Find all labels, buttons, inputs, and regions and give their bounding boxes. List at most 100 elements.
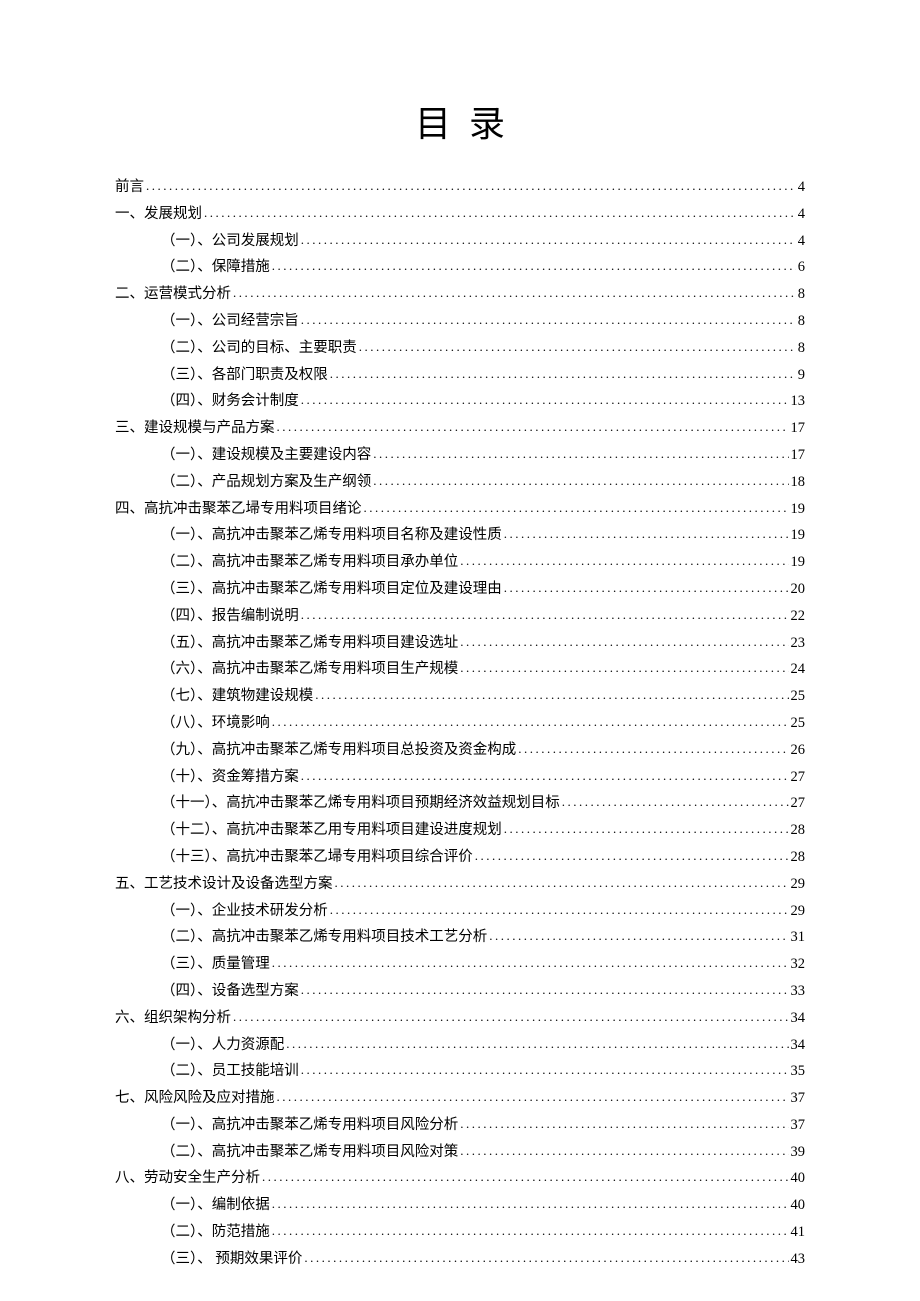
toc-entry-page: 35 xyxy=(791,1061,806,1081)
toc-entry-label: （八）、环境影响 xyxy=(161,713,270,733)
toc-entry: （一）、建设规模及主要建设内容 17 xyxy=(115,445,805,465)
toc-entry: 三、建设规模与产品方案 17 xyxy=(115,418,805,438)
toc-entry: （三）、 预期效果评价 43 xyxy=(115,1249,805,1269)
toc-entry-label: （九）、高抗冲击聚苯乙烯专用料项目总投资及资金构成 xyxy=(161,740,516,760)
toc-leader-dots xyxy=(460,659,788,677)
toc-leader-dots xyxy=(518,740,788,758)
toc-entry: （三）、质量管理32 xyxy=(115,954,805,974)
toc-leader-dots xyxy=(301,1061,789,1079)
toc-entry-page: 17 xyxy=(791,445,806,465)
toc-entry-page: 19 xyxy=(791,552,806,572)
toc-leader-dots xyxy=(304,1249,788,1267)
toc-entry-label: （六）、高抗冲击聚苯乙烯专用料项目生产规模 xyxy=(161,659,458,679)
toc-leader-dots xyxy=(272,257,796,275)
toc-entry-label: （三）、质量管理 xyxy=(161,954,270,974)
toc-entry-label: 八、劳动安全生产分析 xyxy=(115,1168,260,1188)
toc-entry-page: 28 xyxy=(791,847,806,867)
toc-entry-label: 一、发展规划 xyxy=(115,204,202,224)
toc-entry: （五）、高抗冲击聚苯乙烯专用料项目建设选址23 xyxy=(115,633,805,653)
toc-entry-label: 三、建设规模与产品方案 xyxy=(115,418,275,438)
toc-entry: （二）、产品规划方案及生产纲领 18 xyxy=(115,472,805,492)
toc-leader-dots xyxy=(373,472,788,490)
toc-leader-dots xyxy=(233,284,796,302)
toc-entry-page: 41 xyxy=(791,1222,806,1242)
toc-entry-label: （二）、高抗冲击聚苯乙烯专用料项目技术工艺分析 xyxy=(161,927,487,947)
toc-entry: （二）、保障措施 6 xyxy=(115,257,805,277)
toc-leader-dots xyxy=(315,686,788,704)
toc-entry-page: 40 xyxy=(791,1195,806,1215)
toc-leader-dots xyxy=(460,552,788,570)
toc-entry-page: 27 xyxy=(791,793,806,813)
toc-leader-dots xyxy=(359,338,796,356)
toc-entry-label: 五、工艺技术设计及设备选型方案 xyxy=(115,874,333,894)
toc-leader-dots xyxy=(301,311,796,329)
toc-leader-dots xyxy=(460,1115,788,1133)
toc-entry: （十）、资金筹措方案27 xyxy=(115,767,805,787)
toc-entry-label: （二）、高抗冲击聚苯乙烯专用料项目风险对策 xyxy=(161,1142,458,1162)
toc-title: 目录 xyxy=(115,95,805,147)
toc-entry: 四、高抗冲击聚苯乙埽专用料项目绪论 19 xyxy=(115,499,805,519)
toc-entry: （一）、人力资源配 34 xyxy=(115,1035,805,1055)
toc-entry: （一）、高抗冲击聚苯乙烯专用料项目风险分析37 xyxy=(115,1115,805,1135)
toc-entry: （四）、报告编制说明22 xyxy=(115,606,805,626)
toc-leader-dots xyxy=(272,1195,789,1213)
toc-entry-label: （十三）、高抗冲击聚苯乙埽专用料项目综合评价 xyxy=(161,847,473,867)
toc-entry-page: 34 xyxy=(791,1008,806,1028)
toc-entry-page: 13 xyxy=(791,391,806,411)
toc-entry-label: （一）、公司经营宗旨 xyxy=(161,311,299,331)
toc-entry-label: （二）、保障措施 xyxy=(161,257,270,277)
toc-entry-page: 43 xyxy=(791,1249,806,1269)
toc-leader-dots xyxy=(330,365,796,383)
toc-entry-page: 23 xyxy=(791,633,806,653)
toc-leader-dots xyxy=(335,874,789,892)
toc-leader-dots xyxy=(301,981,789,999)
toc-entry-page: 25 xyxy=(791,713,806,733)
toc-entry-page: 34 xyxy=(791,1035,806,1055)
toc-entry-page: 27 xyxy=(791,767,806,787)
toc-entry-page: 4 xyxy=(798,204,805,224)
toc-entry-page: 8 xyxy=(798,338,805,358)
toc-entry-page: 19 xyxy=(791,499,806,519)
toc-leader-dots xyxy=(301,231,796,249)
toc-entry-label: 四、高抗冲击聚苯乙埽专用料项目绪论 xyxy=(115,499,362,519)
toc-entry-page: 25 xyxy=(791,686,806,706)
toc-entry-label: （一）、高抗冲击聚苯乙烯专用料项目风险分析 xyxy=(161,1115,458,1135)
toc-entry-label: （一）、人力资源配 xyxy=(161,1035,284,1055)
toc-entry: （一）、公司发展规划4 xyxy=(115,231,805,251)
toc-leader-dots xyxy=(272,713,789,731)
toc-entry-label: （一）、建设规模及主要建设内容 xyxy=(161,445,371,465)
toc-leader-dots xyxy=(146,177,796,195)
toc-leader-dots xyxy=(504,579,789,597)
toc-entry-label: （四）、报告编制说明 xyxy=(161,606,299,626)
toc-entry-page: 4 xyxy=(798,177,805,197)
toc-entry-label: （十一）、高抗冲击聚苯乙烯专用料项目预期经济效益规划目标 xyxy=(161,793,560,813)
toc-leader-dots xyxy=(504,525,789,543)
toc-leader-dots xyxy=(460,633,788,651)
toc-entry-label: （二）、公司的目标、主要职责 xyxy=(161,338,357,358)
toc-entry-label: （四）、设备选型方案 xyxy=(161,981,299,1001)
toc-entry: 六、组织架构分析34 xyxy=(115,1008,805,1028)
toc-entry: 五、工艺技术设计及设备选型方案29 xyxy=(115,874,805,894)
toc-entry-label: （三）、 预期效果评价 xyxy=(161,1249,302,1269)
toc-leader-dots xyxy=(301,391,789,409)
toc-entry: （八）、环境影响 25 xyxy=(115,713,805,733)
toc-entry-label: （三）、各部门职责及权限 xyxy=(161,365,328,385)
toc-entry-label: （三）、高抗冲击聚苯乙烯专用料项目定位及建设理由 xyxy=(161,579,502,599)
toc-entry-page: 4 xyxy=(798,231,805,251)
toc-entry-label: 二、运营模式分析 xyxy=(115,284,231,304)
toc-entry-page: 8 xyxy=(798,311,805,331)
toc-entry-page: 37 xyxy=(791,1088,806,1108)
toc-entry-page: 6 xyxy=(798,257,805,277)
toc-entry-label: （四）、财务会计制度 xyxy=(161,391,299,411)
toc-entry: （二）、高抗冲击聚苯乙烯专用料项目风险对策39 xyxy=(115,1142,805,1162)
toc-entry-label: （二）、产品规划方案及生产纲领 xyxy=(161,472,371,492)
toc-leader-dots xyxy=(475,847,789,865)
toc-entry: （一）、高抗冲击聚苯乙烯专用料项目名称及建设性质19 xyxy=(115,525,805,545)
toc-entry: （一）、企业技术研发分析29 xyxy=(115,901,805,921)
toc-entry-page: 40 xyxy=(791,1168,806,1188)
toc-entry-page: 26 xyxy=(791,740,806,760)
toc-entry: （二）、高抗冲击聚苯乙烯专用料项目承办单位19 xyxy=(115,552,805,572)
toc-entry-page: 18 xyxy=(791,472,806,492)
toc-entry-page: 17 xyxy=(791,418,806,438)
toc-entry: （四）、设备选型方案33 xyxy=(115,981,805,1001)
